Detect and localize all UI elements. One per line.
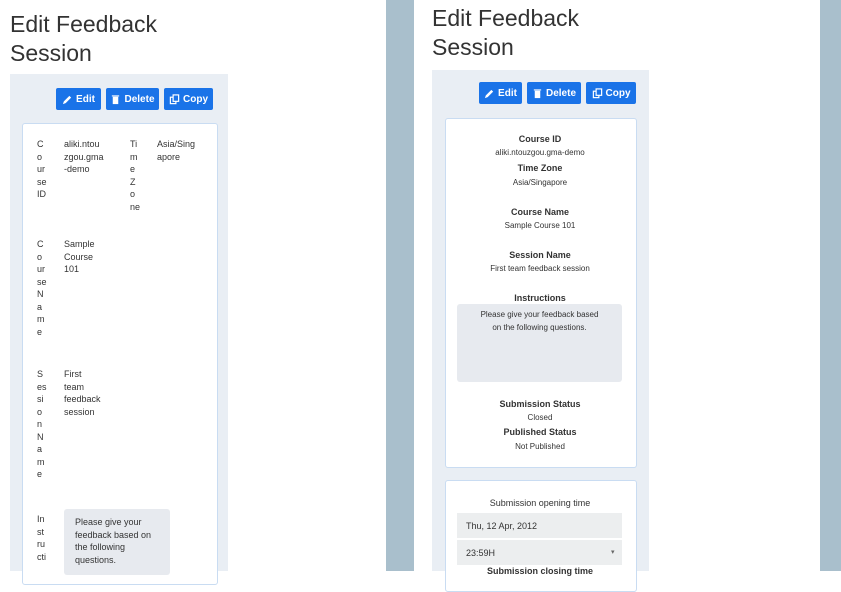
copy-icon xyxy=(592,87,602,98)
delete-button[interactable]: Delete xyxy=(106,88,159,110)
opening-date-value: Thu, 12 Apr, 2012 xyxy=(466,521,538,531)
left-timezone-value: Asia/Sing apore xyxy=(157,139,196,162)
right-published-status-value: Not Published xyxy=(515,442,565,451)
left-course-name-value: Sample Course 101 xyxy=(64,239,95,274)
left-frame-stripe xyxy=(386,0,414,571)
right-frame-stripe xyxy=(820,0,841,571)
delete-button-label: Delete xyxy=(545,87,576,99)
right-instructions-label: Instructions xyxy=(514,293,566,303)
edit-button-right[interactable]: Edit xyxy=(479,82,522,104)
page-title-line2: Session xyxy=(10,40,92,66)
edit-button-label: Edit xyxy=(498,87,517,99)
page-title-right: Edit Feedback Session xyxy=(432,4,579,62)
left-session-name-value: First team feedback session xyxy=(64,369,101,417)
page-title-right-line1: Edit Feedback xyxy=(432,5,580,31)
edit-button-label: Edit xyxy=(76,93,95,105)
edit-button[interactable]: Edit xyxy=(56,88,101,110)
pencil-icon xyxy=(62,95,72,104)
copy-icon xyxy=(169,93,180,104)
left-instructions-value: Please give your feedback based on the f… xyxy=(75,517,152,565)
right-submission-status-value: Closed xyxy=(527,413,553,422)
page-title-left: Edit Feedback Session xyxy=(10,10,157,68)
chevron-down-icon: ▾ xyxy=(611,549,615,556)
right-timezone-value: Asia/Singapore xyxy=(512,178,568,187)
right-closing-time-label: Submission closing time xyxy=(486,566,594,576)
left-course-id-label: C o ur se ID xyxy=(37,139,47,199)
trash-icon xyxy=(533,88,542,98)
trash-icon xyxy=(112,94,120,104)
page-title-line1: Edit Feedback xyxy=(10,11,158,37)
opening-time-value: 23:59H xyxy=(466,548,496,558)
right-course-id-value: aliki.ntouzgou.gma-demo xyxy=(495,148,585,157)
left-session-name-label: S es si o n N a m e xyxy=(37,369,47,479)
left-course-id-value: aliki.ntou zgou.gma -demo xyxy=(64,139,104,174)
right-timezone-label: Time Zone xyxy=(517,163,563,173)
copy-button-label: Copy xyxy=(183,93,208,105)
left-course-name-label: C o ur se N a m e xyxy=(37,239,47,337)
right-published-status-label: Published Status xyxy=(503,427,577,437)
right-session-name-value: First team feedback session xyxy=(490,264,590,273)
right-course-name-value: Sample Course 101 xyxy=(504,221,576,230)
pencil-icon xyxy=(484,89,494,98)
right-submission-status-label: Submission Status xyxy=(499,399,581,409)
right-course-name-label: Course Name xyxy=(510,207,570,217)
delete-button-right[interactable]: Delete xyxy=(527,82,581,104)
page-title-right-line2: Session xyxy=(432,34,514,60)
left-instructions-label: In st ru cti xyxy=(37,514,46,562)
right-opening-time-label: Submission opening time xyxy=(489,498,591,508)
right-session-name-label: Session Name xyxy=(509,250,571,260)
right-course-id-label: Course ID xyxy=(518,134,562,144)
left-timezone-label: Ti m e Z o ne xyxy=(130,139,141,212)
delete-button-label: Delete xyxy=(124,93,155,105)
copy-button-label: Copy xyxy=(605,87,631,99)
copy-button[interactable]: Copy xyxy=(164,88,213,110)
copy-button-right[interactable]: Copy xyxy=(586,82,636,104)
right-instructions-value: Please give your feedback based on the f… xyxy=(480,310,599,332)
